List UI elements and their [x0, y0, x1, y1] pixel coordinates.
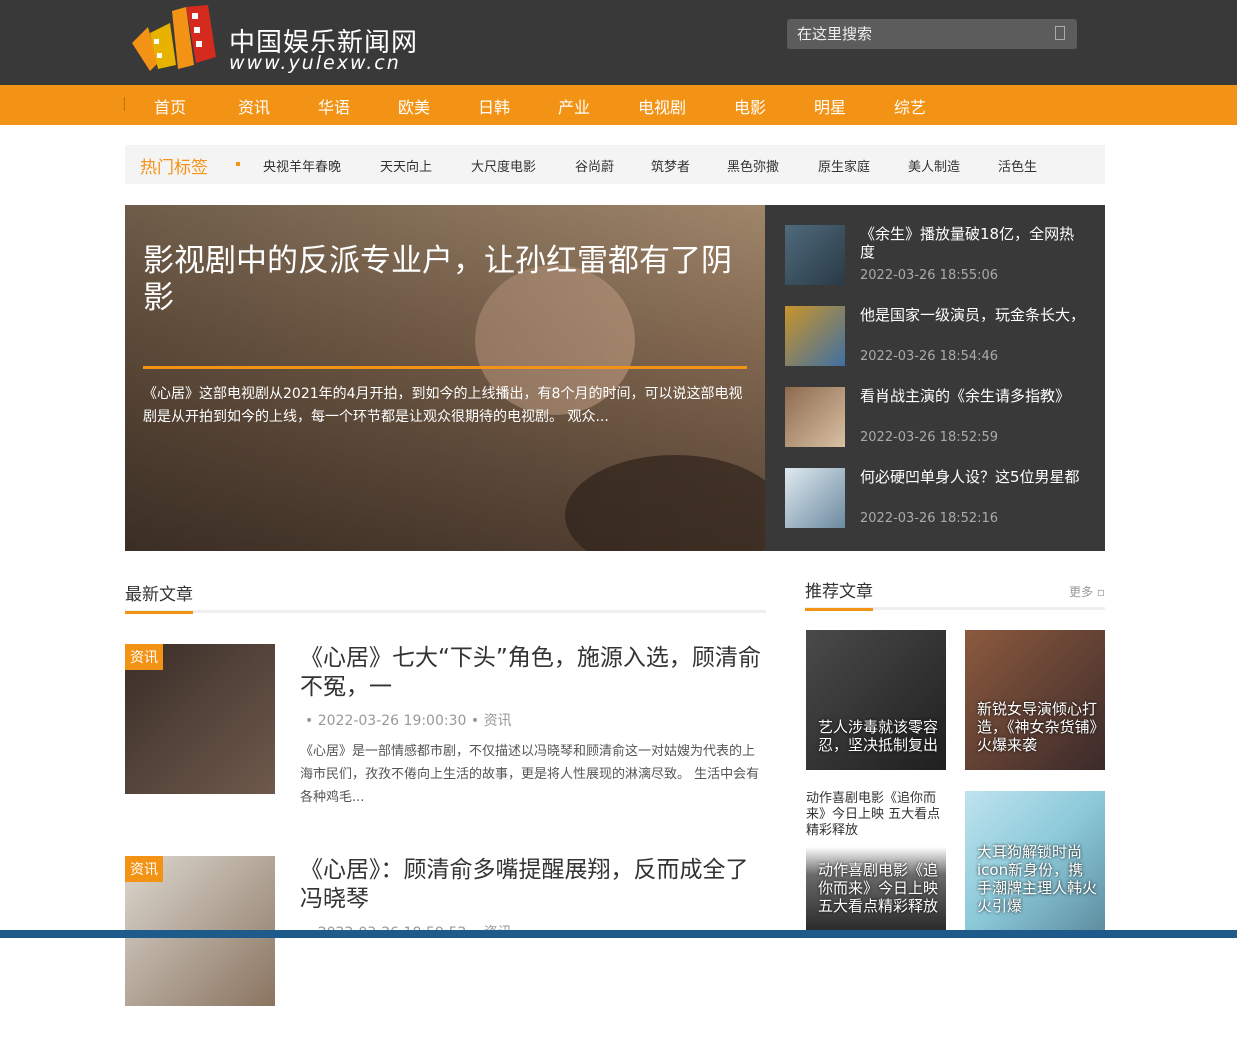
tag-link[interactable]: 黑色弥撒: [727, 156, 779, 175]
article-date: 2022-03-26 19:00:30: [317, 713, 467, 729]
site-header: 中国娱乐新闻网 www.yulexw.cn: [0, 0, 1237, 85]
recommend-section-title: 推荐文章: [805, 577, 873, 611]
latest-section-title: 最新文章: [125, 580, 193, 614]
nav-item-industry[interactable]: 产业: [558, 94, 590, 118]
nav-item-western[interactable]: 欧美: [398, 94, 430, 118]
tag-link[interactable]: 谷尚蔚: [575, 156, 614, 175]
recommend-card[interactable]: 艺人涉毒就该零容忍，坚决抵制复出: [806, 630, 946, 770]
category-badge[interactable]: 资讯: [125, 856, 163, 882]
side-news-item[interactable]: 何必硬凹单身人设？这5位男星都 2022-03-26 18:52:16: [785, 468, 1095, 530]
bullet-icon: •: [470, 713, 480, 729]
recommend-card-caption[interactable]: 新锐女导演倾心打造，《神女杂货铺》火爆来袭: [977, 700, 1097, 754]
side-news-date: 2022-03-26 18:52:16: [860, 511, 999, 526]
article-title[interactable]: 《心居》：顾清俞多嘴提醒展翔，反而成全了冯晓琴: [300, 856, 766, 914]
nav-item-variety[interactable]: 综艺: [894, 94, 926, 118]
article-meta: • 2022-03-26 19:00:30 • 资讯: [305, 710, 512, 730]
side-news-list: 《余生》播放量破18亿，全网热度 2022-03-26 18:55:06 他是国…: [765, 205, 1105, 551]
tag-bullet-icon: [236, 162, 240, 166]
search-input[interactable]: [787, 19, 1037, 49]
side-news-title[interactable]: 他是国家一级演员，玩金条长大，: [860, 306, 1088, 324]
recommend-card-caption[interactable]: 艺人涉毒就该零容忍，坚决抵制复出: [818, 718, 938, 754]
os-taskbar: [0, 930, 1237, 938]
tag-link[interactable]: 原生家庭: [818, 156, 870, 175]
side-news-thumbnail: [785, 306, 845, 366]
recommend-card[interactable]: 新锐女导演倾心打造，《神女杂货铺》火爆来袭: [965, 630, 1105, 770]
nav-item-tv[interactable]: 电视剧: [638, 94, 686, 118]
side-news-item[interactable]: 他是国家一级演员，玩金条长大， 2022-03-26 18:54:46: [785, 306, 1095, 368]
side-news-thumbnail: [785, 468, 845, 528]
broken-image-alt-text: 动作喜剧电影《追你而来》今日上映 五大看点精彩释放: [806, 791, 941, 838]
side-news-title[interactable]: 看肖战主演的《余生请多指教》: [860, 387, 1088, 405]
article-item: 资讯 《心居》七大“下头”角色，施源入选，顾清俞不冤，一 • 2022-03-2…: [125, 644, 766, 844]
side-news-date: 2022-03-26 18:54:46: [860, 349, 999, 364]
side-news-date: 2022-03-26 18:55:06: [860, 268, 999, 283]
tag-link[interactable]: 央视羊年春晚: [263, 156, 341, 175]
more-label[interactable]: 更多: [1069, 585, 1093, 599]
hot-tags-title: 热门标签: [140, 158, 208, 178]
hot-tags-bar: 热门标签 央视羊年春晚 天天向上 大尺度电影 谷尚蔚 筑梦者 黑色弥撒 原生家庭…: [125, 145, 1105, 184]
hero-divider: [143, 366, 747, 369]
side-news-item[interactable]: 《余生》播放量破18亿，全网热度 2022-03-26 18:55:06: [785, 225, 1095, 287]
site-logo-url[interactable]: www.yulexw.cn: [229, 52, 401, 74]
nav-item-home[interactable]: 首页: [154, 94, 186, 118]
tag-link[interactable]: 大尺度电影: [471, 156, 536, 175]
side-news-item[interactable]: 看肖战主演的《余生请多指教》 2022-03-26 18:52:59: [785, 387, 1095, 449]
main-nav: 首页 资讯 华语 欧美 日韩 产业 电视剧 电影 明星 综艺: [0, 85, 1237, 125]
logo-icon[interactable]: [128, 3, 222, 73]
recommend-section-header: 推荐文章 更多 ▫: [805, 577, 1105, 611]
recommend-card[interactable]: 大耳狗解锁时尚icon新身份，携手潮牌主理人韩火火引爆: [965, 791, 1105, 931]
side-news-thumbnail: [785, 387, 845, 447]
article-item: 资讯 《心居》：顾清俞多嘴提醒展翔，反而成全了冯晓琴 • 2022-03-26 …: [125, 856, 766, 1056]
side-news-date: 2022-03-26 18:52:59: [860, 430, 999, 445]
hero-feature[interactable]: 影视剧中的反派专业户，让孙红雷都有了阴影 《心居》这部电视剧从2021年的4月开…: [125, 205, 765, 551]
nav-item-jpkr[interactable]: 日韩: [478, 94, 510, 118]
tag-link[interactable]: 美人制造: [908, 156, 960, 175]
bullet-icon: •: [305, 713, 314, 729]
recommend-card[interactable]: 动作喜剧电影《追你而来》今日上映 五大看点精彩释放 动作喜剧电影《追你而来》今日…: [806, 791, 946, 931]
search-icon[interactable]: [1055, 26, 1065, 40]
hero-title[interactable]: 影视剧中的反派专业户，让孙红雷都有了阴影: [143, 243, 743, 317]
nav-item-news[interactable]: 资讯: [238, 94, 270, 118]
side-news-title[interactable]: 《余生》播放量破18亿，全网热度: [860, 225, 1088, 261]
nav-divider: [124, 97, 125, 111]
recommend-card-caption[interactable]: 动作喜剧电影《追你而来》今日上映 五大看点精彩释放: [818, 861, 938, 915]
tag-link[interactable]: 活色生: [998, 156, 1037, 175]
nav-item-chinese[interactable]: 华语: [318, 94, 350, 118]
hero-description: 《心居》这部电视剧从2021年的4月开拍，到如今的上线播出，有8个月的时间，可以…: [143, 386, 743, 425]
more-arrow-icon: ▫: [1096, 585, 1105, 599]
side-news-thumbnail: [785, 225, 845, 285]
search-box: [787, 19, 1077, 49]
tag-link[interactable]: 天天向上: [380, 156, 432, 175]
article-title[interactable]: 《心居》七大“下头”角色，施源入选，顾清俞不冤，一: [300, 644, 766, 702]
article-category[interactable]: 资讯: [484, 713, 512, 729]
more-link[interactable]: 更多 ▫: [1069, 583, 1105, 600]
recommend-card-caption[interactable]: 大耳狗解锁时尚icon新身份，携手潮牌主理人韩火火引爆: [977, 843, 1097, 915]
tag-link[interactable]: 筑梦者: [651, 156, 690, 175]
category-badge[interactable]: 资讯: [125, 644, 163, 670]
article-summary: 《心居》是一部情感都市剧，不仅描述以冯晓琴和顾清俞这一对姑嫂为代表的上海市民们，…: [300, 744, 760, 805]
nav-item-movie[interactable]: 电影: [734, 94, 766, 118]
nav-item-stars[interactable]: 明星: [814, 94, 846, 118]
article-thumbnail[interactable]: 资讯: [125, 644, 275, 794]
side-news-title[interactable]: 何必硬凹单身人设？这5位男星都: [860, 468, 1088, 486]
latest-section-header: 最新文章: [125, 580, 766, 614]
